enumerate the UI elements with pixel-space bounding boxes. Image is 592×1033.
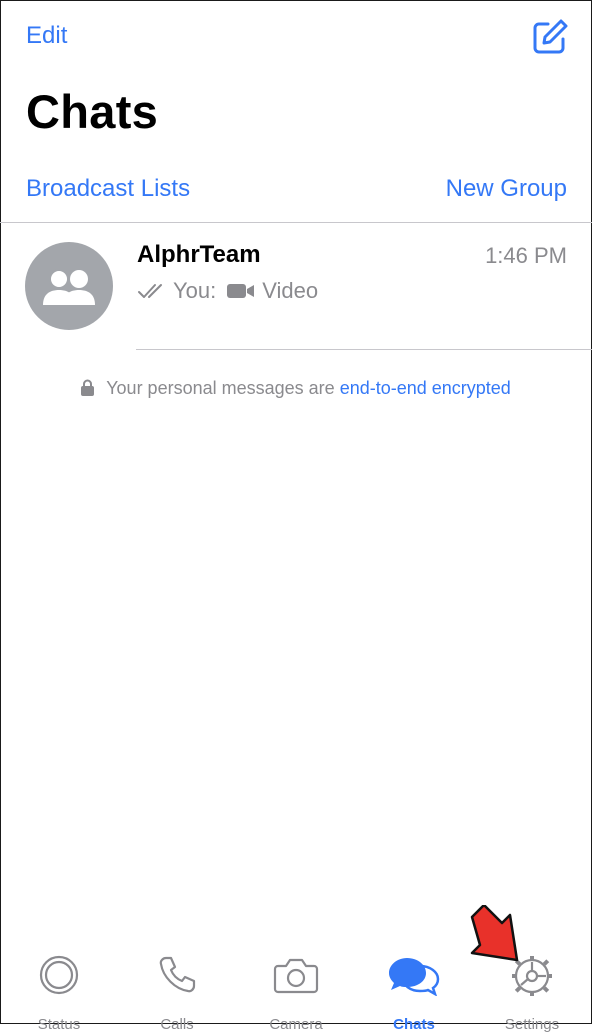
page-title: Chats xyxy=(26,85,159,138)
new-group-link[interactable]: New Group xyxy=(446,175,567,203)
top-bar: Edit xyxy=(0,0,592,70)
edit-button[interactable]: Edit xyxy=(26,22,67,50)
preview-media-label: Video xyxy=(262,278,319,303)
divider xyxy=(0,222,592,223)
chat-name: AlphrTeam xyxy=(137,241,261,268)
chat-time: 1:46 PM xyxy=(485,243,567,268)
chat-bubbles-icon xyxy=(389,958,440,996)
tab-chats[interactable]: Chats xyxy=(359,954,469,1033)
preview-sender: You: xyxy=(173,278,217,303)
encryption-notice: Your personal messages are end-to-end en… xyxy=(0,378,592,399)
avatar xyxy=(25,242,113,330)
chat-preview: You: Video xyxy=(137,276,318,306)
lock-icon xyxy=(81,379,95,396)
encryption-link[interactable]: end-to-end encrypted xyxy=(340,378,511,398)
double-check-icon xyxy=(138,284,162,298)
phone-icon xyxy=(159,956,196,993)
status-icon xyxy=(39,955,79,995)
tab-calls[interactable]: Calls xyxy=(122,954,232,1033)
tab-label: Chats xyxy=(393,1016,435,1033)
tab-label: Calls xyxy=(160,1016,194,1033)
links-row: Broadcast Lists New Group xyxy=(0,170,592,222)
video-camera-icon xyxy=(227,284,255,298)
broadcast-lists-link[interactable]: Broadcast Lists xyxy=(26,175,190,203)
tab-camera[interactable]: Camera xyxy=(241,954,351,1033)
tab-label: Camera xyxy=(269,1016,323,1033)
group-avatar-icon xyxy=(43,268,95,305)
tab-label: Settings xyxy=(504,1016,560,1033)
annotation-arrow-icon xyxy=(470,905,519,962)
divider xyxy=(136,349,592,350)
tab-status[interactable]: Status xyxy=(4,954,114,1033)
compose-icon[interactable] xyxy=(530,18,568,56)
tab-label: Status xyxy=(37,1016,81,1033)
encryption-text: Your personal messages are xyxy=(106,378,335,398)
camera-icon xyxy=(273,958,319,994)
screen-frame xyxy=(0,0,592,1024)
chat-row[interactable]: AlphrTeam 1:46 PM You: Video xyxy=(0,224,592,350)
